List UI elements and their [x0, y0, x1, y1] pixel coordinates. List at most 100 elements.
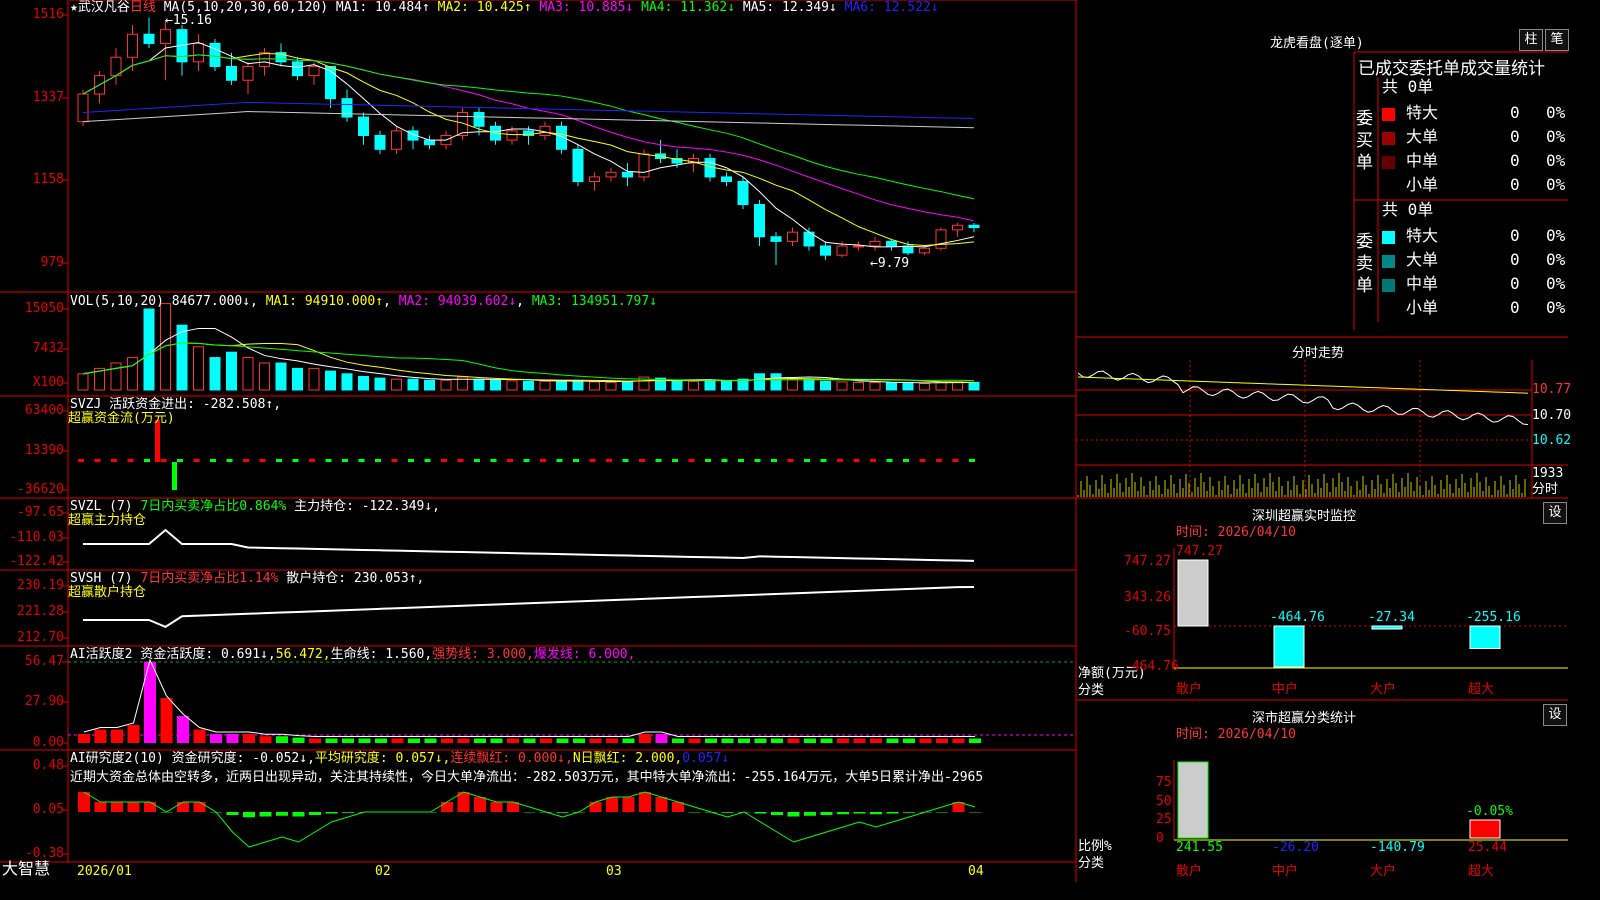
- research-bar: [870, 812, 882, 815]
- fund-flow-bar: [886, 459, 893, 462]
- activity-bar: [771, 738, 783, 743]
- fund-flow-bar: [155, 420, 160, 462]
- volume-bar: [523, 380, 534, 391]
- volume-bar: [869, 381, 881, 391]
- stock-chart-canvas[interactable]: [0, 0, 1568, 882]
- y-tick-label: -97.65: [17, 505, 64, 520]
- fund-flow-bar: [243, 459, 249, 462]
- activity-bar: [738, 738, 750, 743]
- activity-bar: [688, 738, 701, 743]
- order-side-label: 委买单: [1356, 109, 1373, 173]
- longhu-subtitle: 已成交委托单成交量统计: [1358, 59, 1545, 79]
- stock-name: 武汉凡谷: [77, 0, 130, 15]
- fund-flow-bar: [523, 459, 530, 462]
- activity-bar: [903, 738, 915, 743]
- volume-bar: [275, 362, 287, 391]
- candle-body: [226, 65, 237, 81]
- svsh-header: SVSH (7) 7日内买卖净占比1.14% 散户持仓: 230.053↑,: [70, 571, 425, 586]
- order-percent: 0%: [1546, 250, 1566, 269]
- monitor-bar: [1469, 625, 1501, 650]
- volume-bar: [143, 308, 155, 391]
- volume-bar: [358, 376, 369, 391]
- monitor-y-tick: -464.76: [1124, 659, 1179, 674]
- fund-flow-bar: [490, 459, 497, 462]
- fund-flow-bar: [853, 459, 860, 462]
- ma3-value: MA3: 10.885↓: [539, 0, 634, 15]
- research-bar: [490, 802, 503, 812]
- order-type: 中单: [1406, 151, 1439, 170]
- candle-body: [622, 171, 633, 178]
- candle-body: [605, 171, 617, 178]
- svzj-sub: 超赢资金流(万元): [68, 411, 175, 426]
- classify-y-tick: 25: [1156, 812, 1172, 827]
- fund-flow-bar: [969, 459, 975, 462]
- candle-body: [259, 52, 270, 67]
- fund-flow-bar: [622, 459, 629, 462]
- ai2-header: AI研究度2(10) 资金研究度: -0.052↓,平均研究度: 0.057↓,…: [70, 751, 730, 766]
- monitor-bar-value: -464.76: [1270, 610, 1325, 625]
- main-frame: [67, 0, 1077, 863]
- classify-category: 大户: [1370, 864, 1397, 879]
- fund-flow-bar: [94, 459, 101, 462]
- volume-bar: [968, 381, 980, 391]
- monitor-bar-value: -27.34: [1368, 610, 1415, 625]
- classify-time: 时间: 2026/04/10: [1176, 727, 1296, 742]
- fund-flow-bar: [309, 459, 315, 462]
- fund-flow-bar: [870, 459, 876, 462]
- period-label[interactable]: 日线: [130, 0, 156, 15]
- svzl-header: SVZL (7) 7日内买卖净占比0.864% 主力持仓: -122.349↓,: [70, 499, 440, 514]
- activity-bar: [78, 734, 90, 743]
- y-tick-label: 0.05: [32, 802, 64, 817]
- monitor-title: 深圳超赢实时监控: [1252, 509, 1357, 524]
- candle-body: [143, 33, 155, 44]
- volume-bar: [556, 380, 567, 391]
- bar-mode-button[interactable]: 柱: [1519, 29, 1543, 51]
- classify-settings-button[interactable]: 设: [1543, 704, 1567, 726]
- classify-y-tick: 75: [1156, 775, 1172, 790]
- volume-bar: [490, 379, 501, 391]
- volume-bar: [209, 357, 221, 391]
- ma6-value: MA6: 12.522↓: [844, 0, 939, 15]
- order-count: 0: [1510, 175, 1520, 194]
- candle-body: [886, 240, 897, 247]
- fund-flow-bar: [259, 459, 266, 462]
- research-bar: [655, 797, 668, 812]
- fund-flow-bar: [78, 459, 84, 462]
- activity-bar: [474, 738, 486, 743]
- activity-bar: [177, 716, 189, 743]
- ma-line: [82, 101, 975, 120]
- research-bar: [606, 797, 618, 812]
- fund-flow-bar: [573, 459, 579, 462]
- activity-bar: [507, 738, 519, 743]
- activity-bar: [969, 738, 981, 743]
- svsh-sub: 超赢散户持仓: [68, 585, 147, 600]
- activity-bar: [606, 738, 618, 743]
- research-bar: [144, 802, 156, 812]
- monitor-settings-button[interactable]: 设: [1543, 502, 1567, 524]
- y-tick-label: 1337: [32, 90, 64, 105]
- research-bar: [193, 802, 206, 812]
- fund-flow-bar: [172, 462, 177, 490]
- activity-line: [83, 658, 975, 737]
- intraday-price-high: 10.77: [1532, 382, 1572, 397]
- fund-flow-bar: [160, 459, 167, 462]
- fund-flow-bar: [408, 459, 414, 462]
- monitor-bar: [1273, 625, 1305, 668]
- candle-body: [424, 139, 435, 146]
- volume-bar: [473, 378, 485, 391]
- volume-bar: [127, 357, 138, 391]
- volume-bar: [688, 380, 699, 391]
- activity-bar: [457, 738, 470, 743]
- volume-bar: [325, 370, 336, 391]
- fund-flow-bar: [342, 459, 348, 462]
- activity-bar: [243, 734, 255, 743]
- fund-flow-bar: [507, 459, 513, 462]
- fund-flow-bar: [127, 459, 134, 462]
- volume-bar: [160, 303, 171, 391]
- x-label-mar: 03: [606, 864, 622, 879]
- volume-bar: [902, 382, 914, 391]
- fund-flow-bar: [705, 459, 711, 462]
- x-label-apr: 04: [968, 864, 984, 879]
- tick-mode-button[interactable]: 笔: [1545, 29, 1569, 51]
- monitor-time: 时间: 2026/04/10: [1176, 525, 1296, 540]
